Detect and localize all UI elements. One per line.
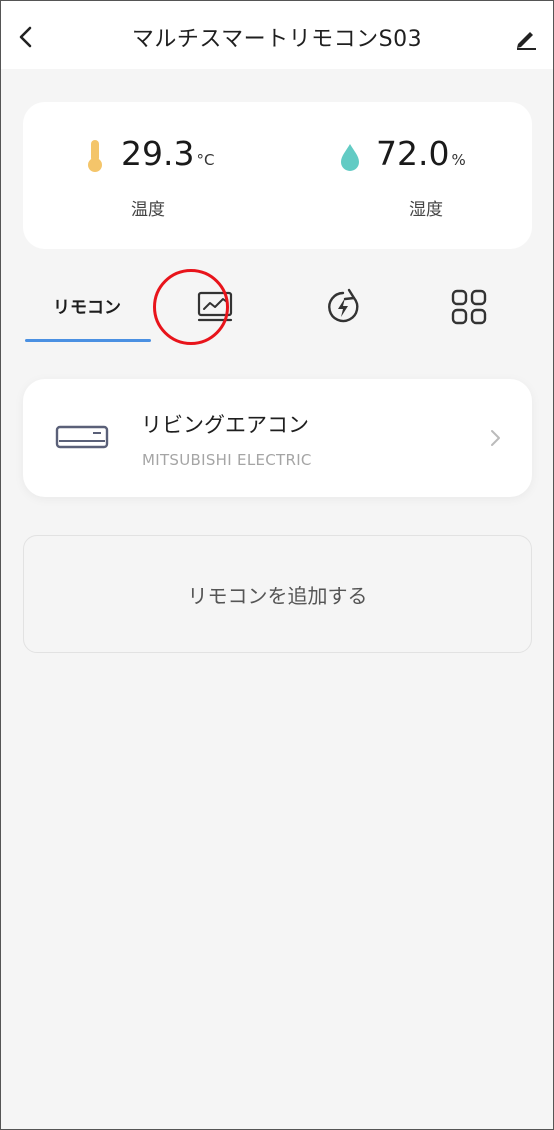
humidity-value: 72.0	[376, 134, 450, 173]
top-bar: マルチスマートリモコンS03	[1, 1, 553, 69]
active-tab-indicator	[25, 339, 151, 342]
tab-bar: リモコン	[23, 269, 532, 345]
thermometer-icon	[88, 140, 102, 172]
add-remote-button[interactable]: リモコンを追加する	[23, 535, 532, 653]
energy-icon	[328, 288, 359, 323]
device-card[interactable]: リビングエアコン MITSUBISHI ELECTRIC	[23, 379, 532, 497]
tab-grid[interactable]	[427, 269, 511, 345]
tab-energy[interactable]	[301, 269, 385, 345]
temperature-value: 29.3	[121, 134, 195, 173]
screen: マルチスマートリモコンS03 29.3 °C 温度 72.0 % 湿度 リモコン…	[0, 0, 554, 1130]
humidity-label: 湿度	[409, 200, 443, 220]
temperature-label: 温度	[131, 200, 165, 220]
water-drop-icon	[341, 144, 359, 171]
humidity-unit: %	[451, 151, 466, 169]
page-title: マルチスマートリモコンS03	[131, 27, 423, 52]
temperature-reading: 29.3 °C 温度	[83, 134, 283, 220]
tab-remote-label: リモコン	[53, 297, 121, 318]
device-name: リビングエアコン	[141, 413, 309, 437]
air-conditioner-icon	[55, 425, 109, 449]
temperature-unit: °C	[196, 151, 215, 169]
highlight-circle	[153, 269, 229, 345]
device-brand: MITSUBISHI ELECTRIC	[142, 451, 312, 469]
sensor-card: 29.3 °C 温度 72.0 % 湿度	[23, 102, 532, 249]
humidity-reading: 72.0 % 湿度	[338, 134, 538, 220]
tab-remote[interactable]: リモコン	[23, 269, 151, 345]
chevron-right-icon	[491, 430, 500, 446]
add-remote-label: リモコンを追加する	[187, 583, 368, 608]
edit-icon[interactable]	[513, 25, 539, 51]
grid-icon	[451, 289, 487, 325]
